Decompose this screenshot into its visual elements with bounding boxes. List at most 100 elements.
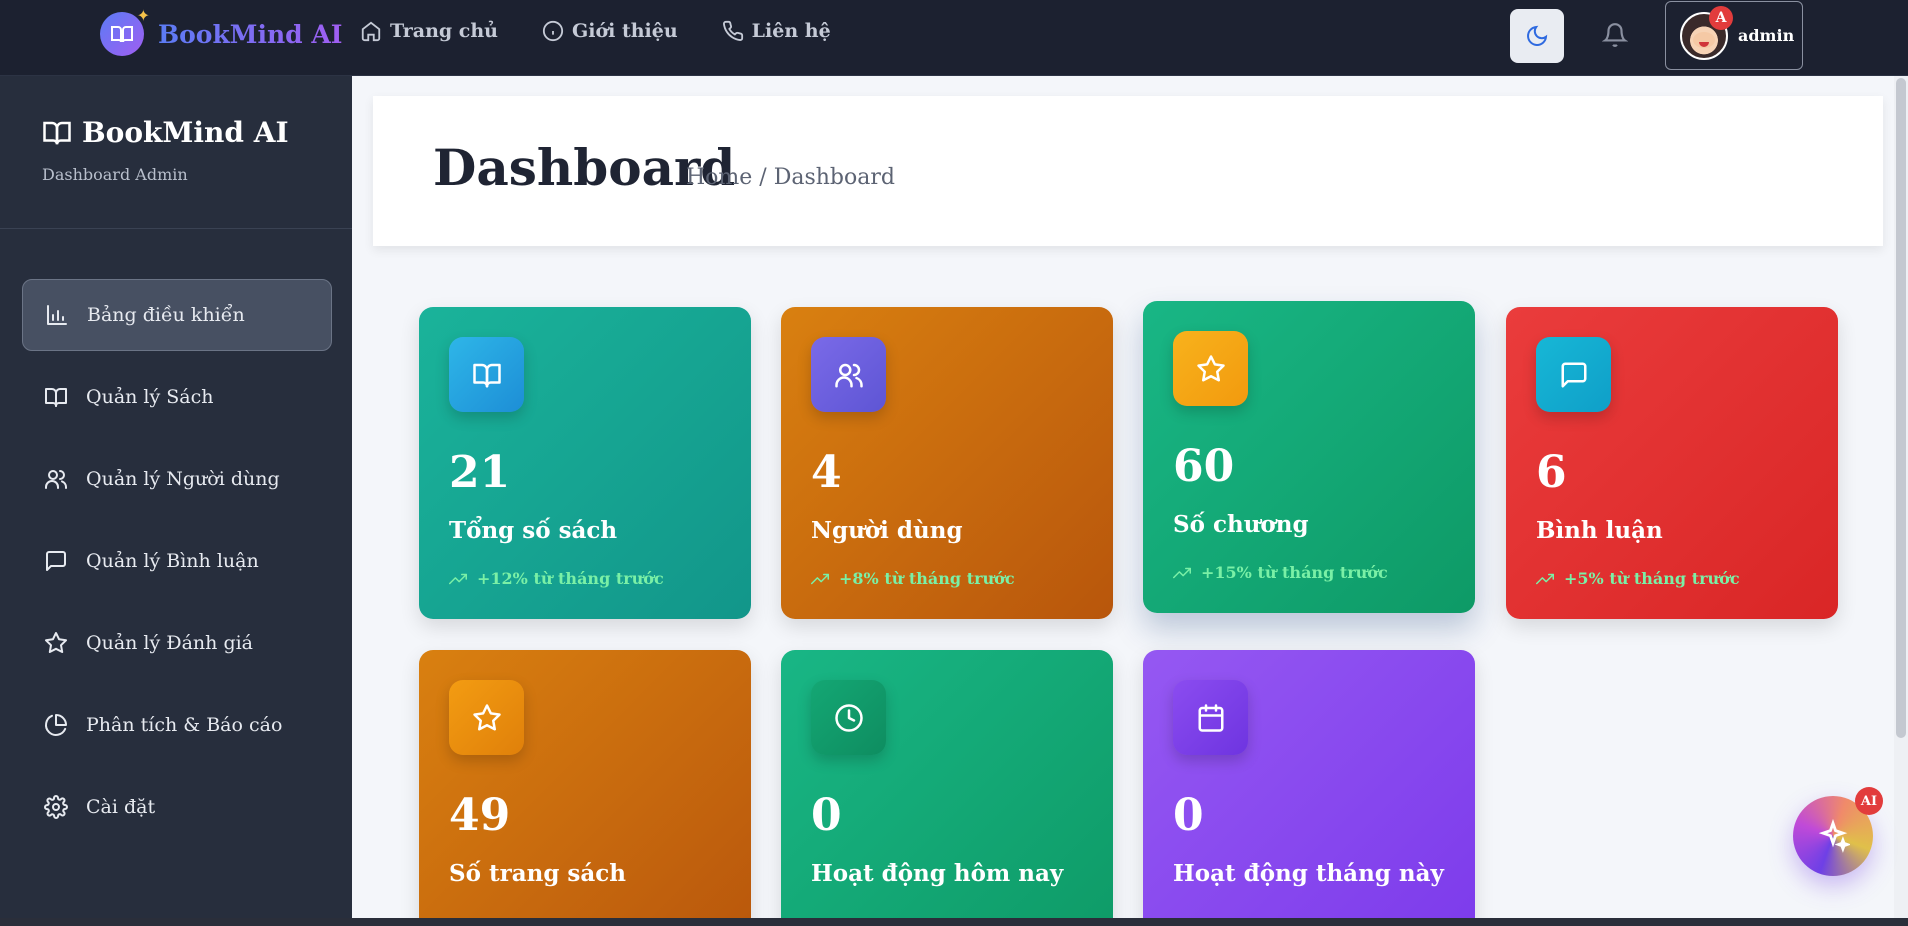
sidebar-item-2[interactable]: Quản lý Người dùng <box>22 443 332 515</box>
sidebar-item-label: Quản lý Sách <box>86 386 214 408</box>
stat-trend: +12% từ tháng trước <box>449 569 664 588</box>
nav-home[interactable]: Trang chủ <box>360 20 498 42</box>
stat-card-icon <box>1173 680 1248 755</box>
pie-chart-icon <box>45 714 67 736</box>
sidebar-item-6[interactable]: Cài đặt <box>22 771 332 843</box>
stat-card-icon <box>811 680 886 755</box>
stat-card[interactable]: 0 Hoạt động hôm nay <box>781 650 1113 926</box>
sidebar-item-label: Bảng điều khiển <box>87 304 245 326</box>
sidebar-item-label: Phân tích & Báo cáo <box>86 714 283 736</box>
book-logo-icon: ✦ <box>100 6 150 56</box>
sidebar-item-label: Cài đặt <box>86 796 156 818</box>
comment-icon <box>46 551 66 571</box>
star-icon <box>472 703 501 730</box>
stat-card-icon <box>1173 331 1248 406</box>
book-icon <box>472 363 501 387</box>
stat-trend: +15% từ tháng trước <box>1173 563 1388 582</box>
sidebar-item-0[interactable]: Bảng điều khiển <box>22 279 332 351</box>
comment-icon <box>1561 362 1586 387</box>
gear-icon <box>44 795 68 819</box>
stat-value: 0 <box>811 790 842 841</box>
sidebar-item-4[interactable]: Quản lý Đánh giá <box>22 607 332 679</box>
sidebar-item-5[interactable]: Phân tích & Báo cáo <box>22 689 332 761</box>
user-menu[interactable]: admin <box>1665 1 1803 70</box>
stat-card[interactable]: 6 Bình luận +5% từ tháng trước <box>1506 307 1838 619</box>
stat-card-icon <box>449 680 524 755</box>
trend-icon <box>449 573 467 584</box>
sidebar: BookMind AI Dashboard Admin Bảng điều kh… <box>0 76 352 926</box>
bell-icon <box>1602 23 1628 47</box>
stat-value: 60 <box>1173 441 1235 492</box>
ai-badge: AI <box>1855 787 1883 815</box>
stat-card[interactable]: 49 Số trang sách <box>419 650 751 926</box>
stat-label: Hoạt động hôm nay <box>811 860 1064 887</box>
sidebar-item-label: Quản lý Bình luận <box>86 550 259 572</box>
scrollbar-thumb[interactable] <box>1896 78 1906 738</box>
breadcrumb: Home / Dashboard <box>686 165 895 190</box>
stat-card[interactable]: 21 Tổng số sách +12% từ tháng trước <box>419 307 751 619</box>
stat-trend-text: +8% từ tháng trước <box>839 569 1015 588</box>
sidebar-item-label: Quản lý Người dùng <box>86 468 280 490</box>
stat-value: 49 <box>449 790 511 841</box>
moon-icon <box>1527 25 1548 46</box>
trend-icon <box>1173 567 1191 578</box>
phone-icon <box>722 20 743 41</box>
clock-icon <box>834 703 863 732</box>
stat-trend: +5% từ tháng trước <box>1536 569 1740 588</box>
stat-label: Bình luận <box>1536 517 1663 544</box>
star-icon <box>1196 354 1225 381</box>
nav-about-label: Giới thiệu <box>572 20 678 42</box>
home-icon <box>361 21 381 42</box>
bar-chart-icon <box>47 305 67 325</box>
sidebar-item-3[interactable]: Quản lý Bình luận <box>22 525 332 597</box>
nav-about[interactable]: Giới thiệu <box>542 20 678 42</box>
stat-label: Người dùng <box>811 517 963 544</box>
stat-value: 6 <box>1536 447 1567 498</box>
theme-toggle-button[interactable] <box>1510 9 1564 63</box>
book-icon <box>45 388 67 407</box>
window-bottom-edge <box>0 918 1908 926</box>
stat-value: 0 <box>1173 790 1204 841</box>
nav-contact-label: Liên hệ <box>751 20 831 42</box>
sparkle-icon: ✦ <box>136 6 150 25</box>
stat-label: Số trang sách <box>449 860 626 887</box>
brand-name: BookMind AI <box>158 19 343 49</box>
user-name: admin <box>1738 26 1795 45</box>
brand[interactable]: ✦ BookMind AI <box>100 6 343 56</box>
sidebar-subtitle: Dashboard Admin <box>42 165 188 184</box>
stat-card[interactable]: 4 Người dùng +8% từ tháng trước <box>781 307 1113 619</box>
stat-card[interactable]: 0 Hoạt động tháng này <box>1143 650 1475 926</box>
stat-label: Số chương <box>1173 511 1309 538</box>
stat-value: 4 <box>811 447 842 498</box>
sidebar-menu: Bảng điều khiển Quản lý Sách Quản lý Người… <box>22 279 332 853</box>
sidebar-item-1[interactable]: Quản lý Sách <box>22 361 332 433</box>
nav-home-label: Trang chủ <box>390 20 498 42</box>
main-nav: Trang chủ Giới thiệu Liên hệ <box>360 20 831 42</box>
book-open-icon <box>43 121 71 144</box>
nav-contact[interactable]: Liên hệ <box>722 20 831 42</box>
stat-card-icon <box>811 337 886 412</box>
stat-card-icon <box>1536 337 1611 412</box>
stat-card[interactable]: 60 Số chương +15% từ tháng trước <box>1143 301 1475 613</box>
users-icon <box>834 363 863 387</box>
stat-value: 21 <box>449 447 511 498</box>
stat-trend: +8% từ tháng trước <box>811 569 1015 588</box>
notifications-button[interactable] <box>1600 20 1630 50</box>
info-icon <box>542 20 564 42</box>
trend-icon <box>811 573 829 584</box>
stat-label: Tổng số sách <box>449 517 618 544</box>
stat-card-icon <box>449 337 524 412</box>
sidebar-header: BookMind AI Dashboard Admin <box>0 76 352 229</box>
users-icon <box>45 470 67 489</box>
top-navbar: ✦ BookMind AI Trang chủ Giới thiệu Liên … <box>0 0 1908 76</box>
stat-trend-text: +15% từ tháng trước <box>1201 563 1388 582</box>
sidebar-title: BookMind AI <box>82 116 289 149</box>
stat-trend-text: +5% từ tháng trước <box>1564 569 1740 588</box>
star-icon <box>45 632 67 653</box>
sidebar-item-label: Quản lý Đánh giá <box>86 632 254 654</box>
user-badge: A <box>1709 6 1733 30</box>
trend-icon <box>1536 573 1554 584</box>
stat-trend-text: +12% từ tháng trước <box>477 569 664 588</box>
calendar-icon <box>1198 703 1223 732</box>
stat-label: Hoạt động tháng này <box>1173 860 1444 887</box>
